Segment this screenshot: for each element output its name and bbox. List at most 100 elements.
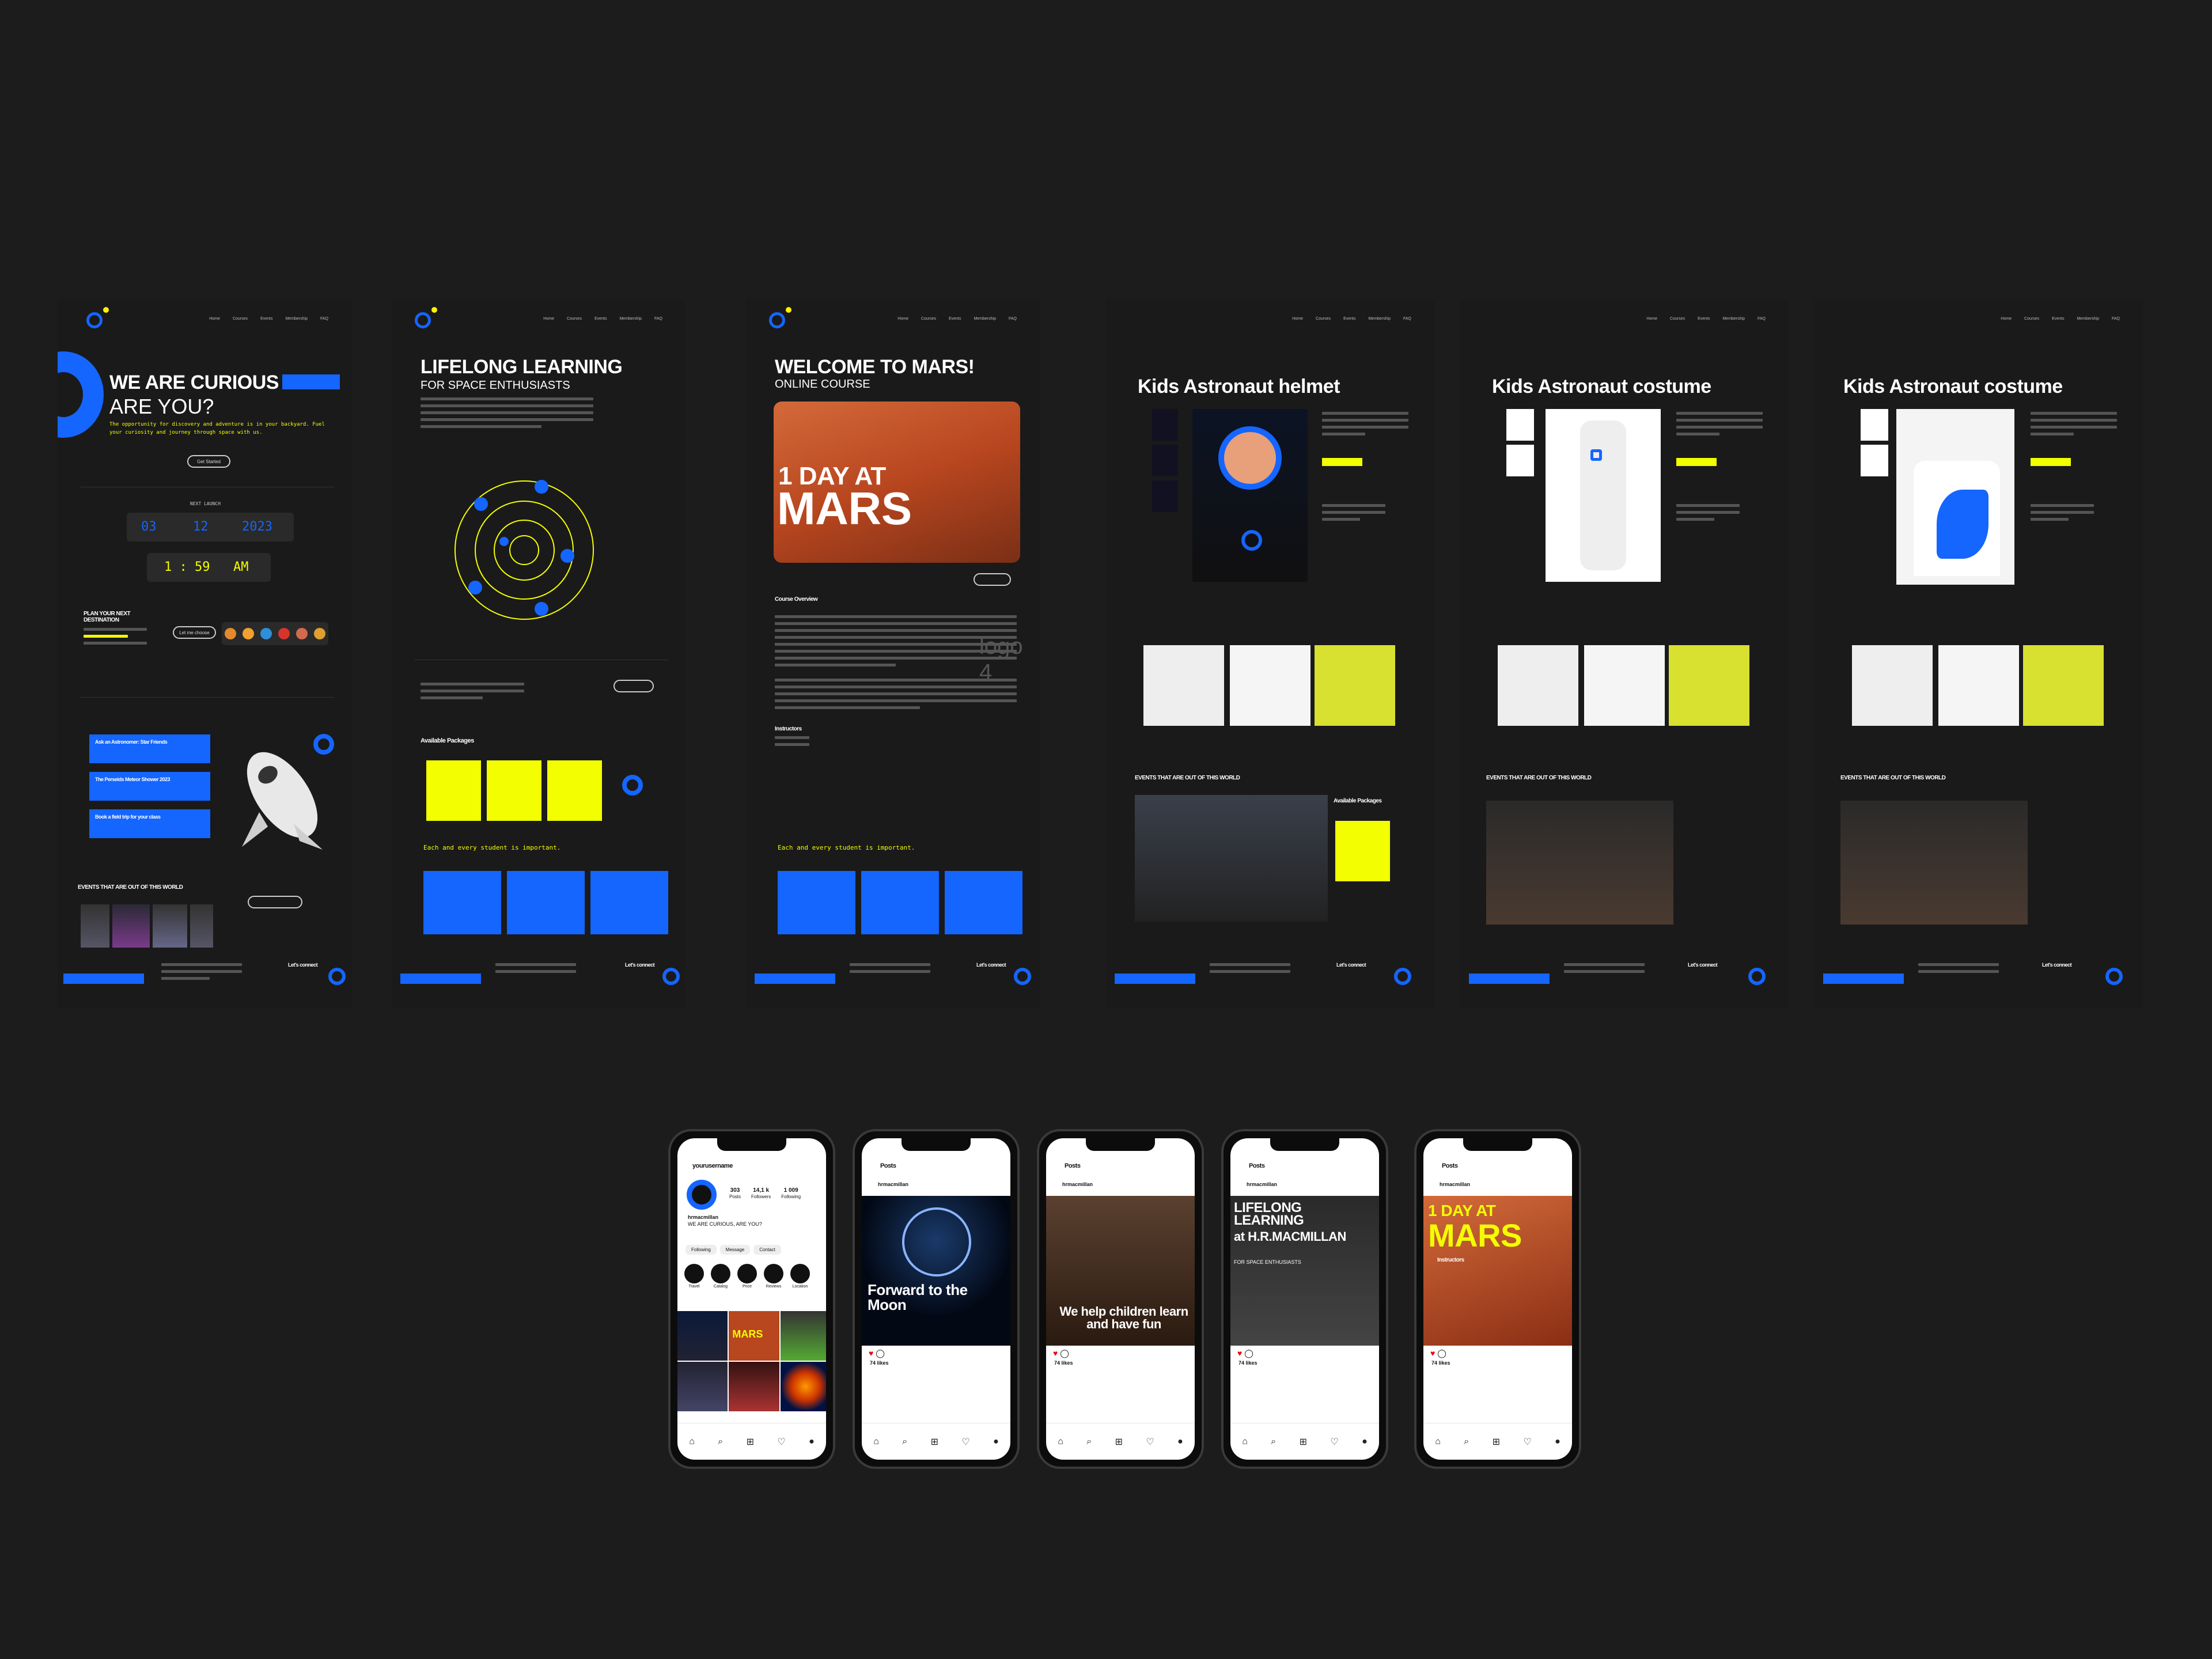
review-card-3[interactable] [590, 871, 668, 934]
post-account[interactable]: hrmacmillan [1440, 1181, 1470, 1187]
event-card-3[interactable]: Book a field trip for your class [89, 809, 210, 838]
grid-post[interactable]: MARS [729, 1311, 779, 1361]
add-to-cart-button[interactable] [2031, 458, 2071, 466]
search-icon[interactable]: ⌕ [902, 1437, 907, 1447]
highlight-catalog[interactable]: Catalog [711, 1264, 730, 1289]
nav-events[interactable]: Events [594, 317, 607, 321]
add-icon[interactable]: ⊞ [747, 1436, 754, 1448]
planet-saturn-icon[interactable] [313, 628, 325, 639]
nav-home[interactable]: Home [209, 317, 220, 321]
nav-faq[interactable]: FAQ [654, 317, 662, 321]
event-photo-2[interactable] [112, 904, 150, 948]
home-icon[interactable]: ⌂ [689, 1437, 695, 1447]
event-photo-4[interactable] [190, 904, 213, 948]
profile-icon[interactable]: ● [1177, 1437, 1183, 1447]
related-1[interactable] [1498, 645, 1578, 726]
stat-followers[interactable]: 14,1 k Followers [751, 1187, 771, 1200]
grid-post[interactable] [729, 1362, 779, 1411]
add-icon[interactable]: ⊞ [1300, 1436, 1307, 1448]
nav-faq[interactable]: FAQ [320, 317, 328, 321]
add-icon[interactable]: ⊞ [931, 1436, 938, 1448]
event-card-2[interactable]: The Perseids Meteor Shower 2023 [89, 772, 210, 801]
related-1[interactable] [1143, 645, 1224, 726]
planet-venus-icon[interactable] [243, 628, 255, 639]
newsletter-input[interactable] [1115, 974, 1195, 984]
nav-courses[interactable]: Courses [1670, 317, 1685, 321]
planet-selector[interactable] [222, 622, 328, 645]
nav-home[interactable]: Home [897, 317, 908, 321]
nav-faq[interactable]: FAQ [1403, 317, 1411, 321]
nav-events[interactable]: Events [1343, 317, 1355, 321]
search-icon[interactable]: ⌕ [718, 1437, 723, 1447]
heart-icon[interactable]: ♡ [1330, 1436, 1338, 1448]
home-icon[interactable]: ⌂ [1435, 1437, 1441, 1447]
nav-membership[interactable]: Membership [1722, 317, 1745, 321]
stat-posts[interactable]: 303 Posts [729, 1187, 741, 1200]
nav-home[interactable]: Home [2001, 317, 2012, 321]
home-icon[interactable]: ⌂ [873, 1437, 879, 1447]
related-1[interactable] [1852, 645, 1933, 726]
contact-button[interactable]: Contact [753, 1245, 781, 1255]
get-started-button[interactable]: Get Started [187, 455, 230, 468]
nav-faq[interactable]: FAQ [1009, 317, 1017, 321]
profile-icon[interactable]: ● [1555, 1437, 1560, 1447]
nav-events[interactable]: Events [2052, 317, 2064, 321]
site-logo[interactable] [769, 307, 791, 328]
newsletter-input[interactable] [400, 974, 481, 984]
review-card-2[interactable] [507, 871, 585, 934]
add-to-cart-button[interactable] [1676, 458, 1717, 466]
thumb-1[interactable] [1506, 409, 1534, 441]
stat-following[interactable]: 1 009 Following [781, 1187, 801, 1200]
highlight-price[interactable]: Price [737, 1264, 757, 1289]
package-card-3[interactable] [547, 760, 602, 821]
events-more-button[interactable] [248, 896, 302, 908]
comment-icon[interactable]: ◯ [1060, 1349, 1069, 1358]
event-card-1[interactable]: Ask an Astronomer: Star Friends [89, 734, 210, 763]
heart-icon[interactable]: ♡ [777, 1436, 785, 1448]
review-card-1[interactable] [423, 871, 501, 934]
nav-home[interactable]: Home [1292, 317, 1303, 321]
like-icon[interactable]: ♥ [1237, 1349, 1242, 1358]
add-icon[interactable]: ⊞ [1493, 1436, 1500, 1448]
event-photo-3[interactable] [153, 904, 187, 948]
comment-icon[interactable]: ◯ [1244, 1349, 1253, 1358]
related-3[interactable] [1669, 645, 1749, 726]
profile-avatar[interactable] [687, 1180, 717, 1210]
highlight-location[interactable]: Location [790, 1264, 810, 1289]
nav-events[interactable]: Events [260, 317, 272, 321]
search-icon[interactable]: ⌕ [1086, 1437, 1092, 1447]
review-card-2[interactable] [861, 871, 939, 934]
thumb-3[interactable] [1152, 480, 1178, 512]
search-icon[interactable]: ⌕ [1464, 1437, 1469, 1447]
like-icon[interactable]: ♥ [1430, 1349, 1435, 1358]
planet-earth-icon[interactable] [260, 628, 272, 639]
thumb-2[interactable] [1861, 445, 1888, 476]
nav-membership[interactable]: Membership [1368, 317, 1391, 321]
message-button[interactable]: Message [719, 1245, 751, 1255]
related-3[interactable] [1315, 645, 1395, 726]
like-icon[interactable]: ♥ [869, 1349, 873, 1358]
planet-jupiter-icon[interactable] [296, 628, 308, 639]
profile-icon[interactable]: ● [993, 1437, 999, 1447]
nav-courses[interactable]: Courses [233, 317, 248, 321]
search-icon[interactable]: ⌕ [1271, 1437, 1276, 1447]
add-to-cart-button[interactable] [1322, 458, 1362, 466]
highlight-travel[interactable]: Travel [684, 1264, 704, 1289]
heart-icon[interactable]: ♡ [1523, 1436, 1531, 1448]
nav-courses[interactable]: Courses [2024, 317, 2039, 321]
package-card[interactable] [1335, 821, 1390, 881]
thumb-2[interactable] [1506, 445, 1534, 476]
highlight-reviews[interactable]: Reviews [764, 1264, 783, 1289]
home-icon[interactable]: ⌂ [1242, 1437, 1248, 1447]
review-card-1[interactable] [778, 871, 855, 934]
site-logo[interactable] [415, 307, 437, 328]
heart-icon[interactable]: ♡ [1146, 1436, 1154, 1448]
comment-icon[interactable]: ◯ [876, 1349, 885, 1358]
post-account[interactable]: hrmacmillan [1247, 1181, 1277, 1187]
nav-courses[interactable]: Courses [1316, 317, 1331, 321]
nav-faq[interactable]: FAQ [2112, 317, 2120, 321]
post-account[interactable]: hrmacmillan [1062, 1181, 1093, 1187]
nav-courses[interactable]: Courses [921, 317, 936, 321]
learn-more-button[interactable] [613, 680, 654, 692]
planet-mercury-icon[interactable] [225, 628, 237, 639]
